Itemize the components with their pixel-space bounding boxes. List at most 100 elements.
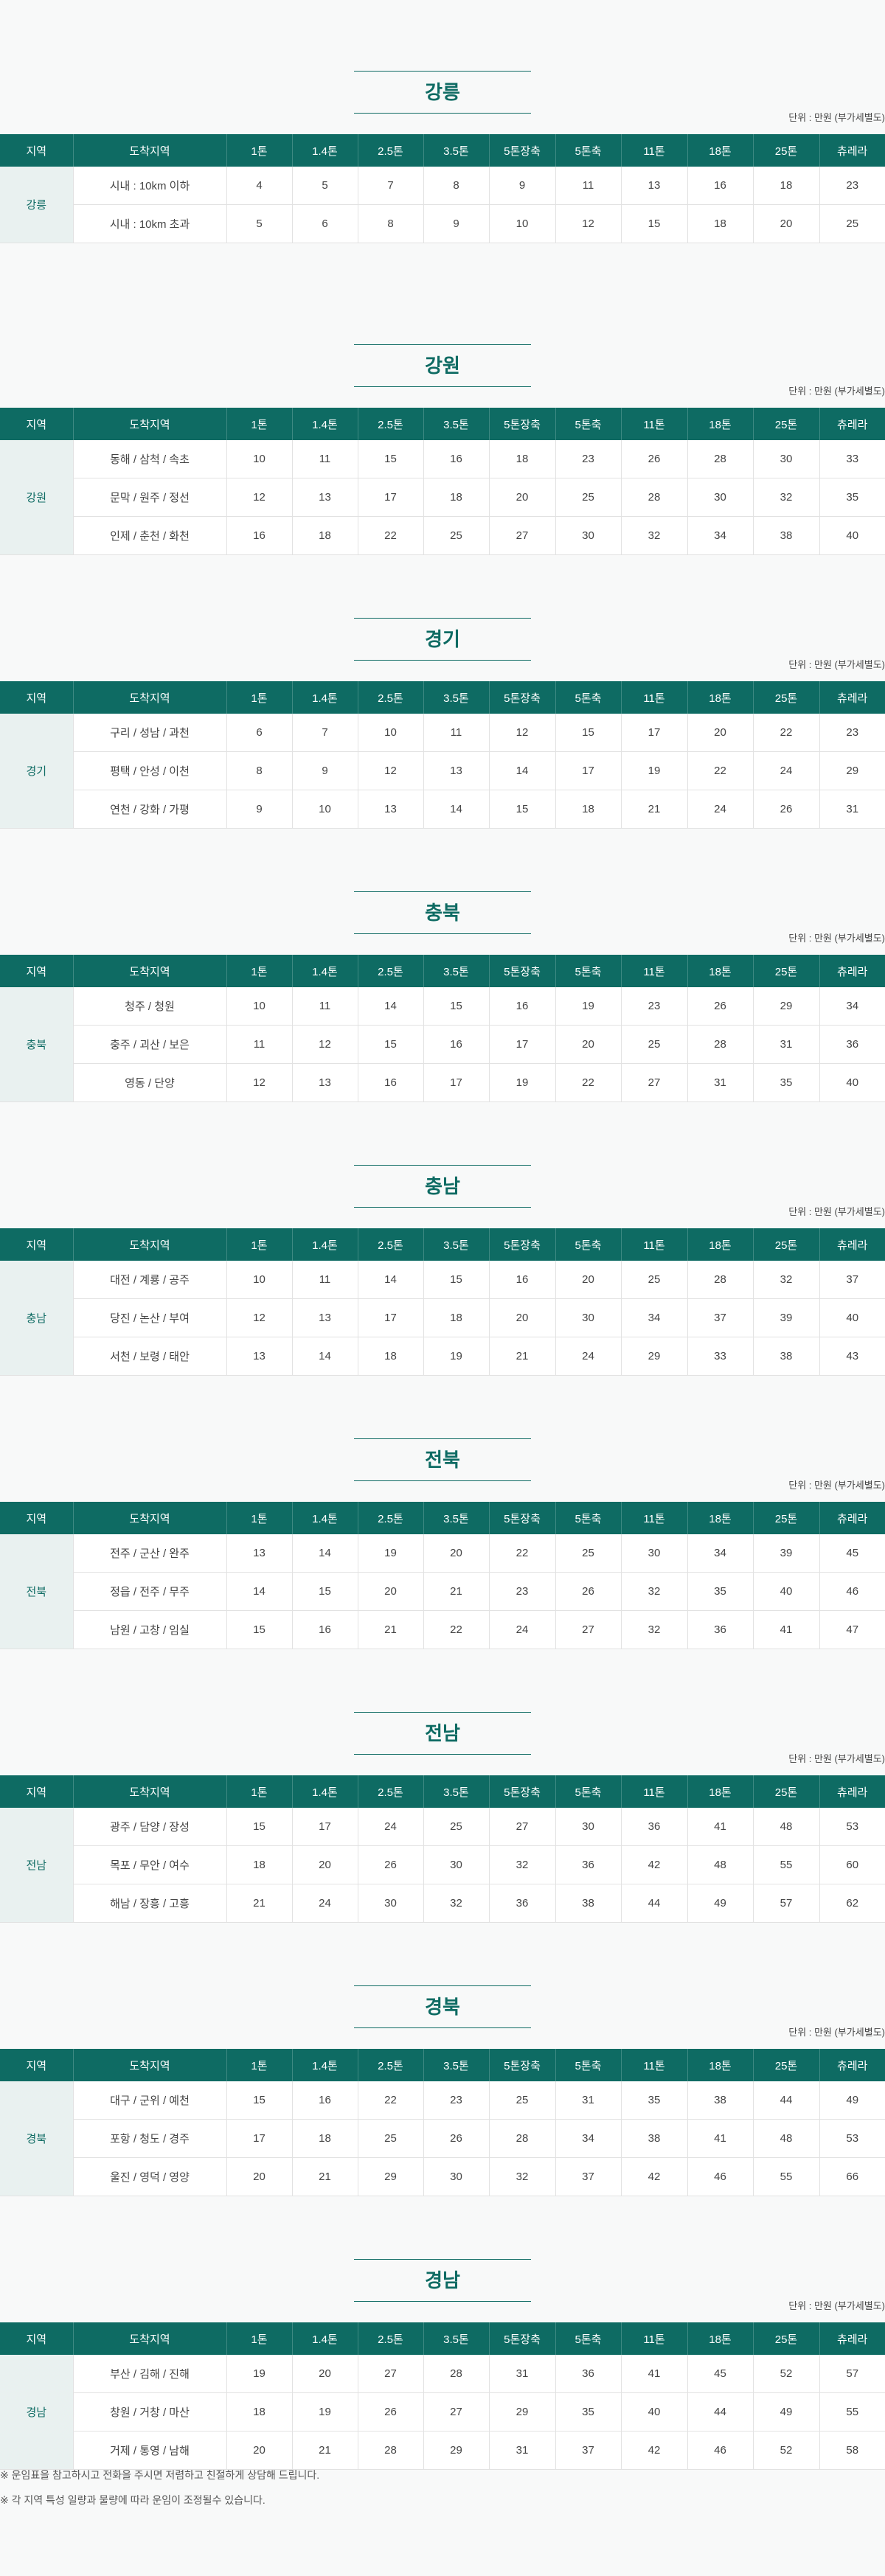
section-title-wrap: 충남 [0, 1165, 885, 1208]
column-header: 11톤 [621, 1775, 688, 1808]
rate-cell: 25 [423, 1808, 490, 1846]
rate-cell: 21 [292, 2157, 358, 2196]
rate-cell: 34 [555, 2119, 622, 2158]
rate-cell: 11 [423, 714, 490, 752]
rate-cell: 16 [226, 516, 293, 555]
column-header: 3.5톤 [423, 681, 490, 714]
rate-cell: 10 [226, 440, 293, 478]
column-header: 18톤 [687, 681, 754, 714]
rate-cell: 6 [292, 204, 358, 243]
column-header: 1.4톤 [292, 2322, 358, 2355]
region-cell: 전남 [0, 1808, 74, 1923]
rate-cell: 21 [489, 1337, 556, 1376]
note-line-2: ※ 각 지역 특성 일량과 물량에 따라 운임이 조정될수 있습니다. [0, 2494, 266, 2506]
rate-cell: 42 [621, 1845, 688, 1884]
rate-cell: 22 [358, 516, 424, 555]
rate-table: 지역 도착지역 1톤 1.4톤 2.5톤 3.5톤 5톤장축 5톤축 11톤 18톤 25톤 츄레라 강… [0, 134, 885, 243]
column-header: 5톤축 [555, 1775, 622, 1808]
column-header: 지역 [0, 1502, 74, 1534]
header-row: 지역 도착지역 1톤 1.4톤 2.5톤 3.5톤 5톤장축 5톤축 11톤 18톤 25톤 츄레라 [0, 1502, 885, 1534]
rate-cell: 29 [489, 2392, 556, 2431]
section-title-wrap: 강릉 [0, 71, 885, 114]
rate-cell: 4 [226, 167, 293, 205]
rate-cell: 7 [292, 714, 358, 752]
column-header: 5톤축 [555, 2049, 622, 2081]
rate-cell: 24 [358, 1808, 424, 1846]
rate-cell: 34 [621, 1298, 688, 1337]
rate-cell: 38 [687, 2081, 754, 2120]
column-header: 츄레라 [819, 1775, 885, 1808]
rate-table: 지역 도착지역 1톤 1.4톤 2.5톤 3.5톤 5톤장축 5톤축 11톤 18톤 25톤 츄레라 경… [0, 2322, 885, 2470]
rate-cell: 57 [753, 1884, 820, 1923]
table-row: 거제 / 통영 / 남해 20 21 28 29 31 37 42 46 52 58 [0, 2431, 885, 2470]
column-header: 1톤 [226, 408, 293, 440]
rate-cell: 27 [423, 2392, 490, 2431]
region-cell: 전북 [0, 1534, 74, 1649]
rate-cell: 15 [555, 714, 622, 752]
column-header: 25톤 [753, 1775, 820, 1808]
rate-cell: 60 [819, 1845, 885, 1884]
rate-cell: 38 [753, 516, 820, 555]
rate-cell: 32 [753, 1261, 820, 1299]
column-header: 도착지역 [73, 134, 227, 167]
column-header: 지역 [0, 134, 74, 167]
column-header: 2.5톤 [358, 1775, 424, 1808]
rate-cell: 35 [555, 2392, 622, 2431]
region-cell: 경북 [0, 2081, 74, 2196]
table-row: 충북 청주 / 청원 10 11 14 15 16 19 23 26 29 34 [0, 987, 885, 1102]
rate-cell: 18 [753, 167, 820, 205]
rate-cell: 55 [819, 2392, 885, 2431]
rate-cell: 21 [292, 2431, 358, 2470]
rate-cell: 10 [226, 987, 293, 1026]
column-header: 3.5톤 [423, 2322, 490, 2355]
rate-cell: 42 [621, 2431, 688, 2470]
destination-cell: 목포 / 무안 / 여수 [73, 1845, 227, 1884]
rate-cell: 16 [423, 1025, 490, 1064]
rate-cell: 19 [555, 987, 622, 1026]
column-header: 11톤 [621, 408, 688, 440]
rate-cell: 18 [687, 204, 754, 243]
rate-cell: 14 [489, 751, 556, 790]
destination-cell: 창원 / 거창 / 마산 [73, 2392, 227, 2431]
column-header: 5톤축 [555, 2322, 622, 2355]
rate-cell: 15 [226, 1610, 293, 1649]
rate-cell: 22 [489, 1534, 556, 1573]
rate-cell: 20 [489, 478, 556, 517]
table-row: 울진 / 영덕 / 영양 20 21 29 30 32 37 42 46 55 66 [0, 2157, 885, 2196]
rate-cell: 21 [226, 1884, 293, 1923]
rate-cell: 37 [555, 2157, 622, 2196]
rate-cell: 26 [753, 790, 820, 829]
rate-cell: 35 [621, 2081, 688, 2120]
column-header: 3.5톤 [423, 1775, 490, 1808]
rate-cell: 24 [753, 751, 820, 790]
destination-cell: 영동 / 단양 [73, 1063, 227, 1102]
destination-cell: 동해 / 삼척 / 속초 [73, 440, 227, 478]
rate-table: 지역 도착지역 1톤 1.4톤 2.5톤 3.5톤 5톤장축 5톤축 11톤 18톤 25톤 츄레라 전… [0, 1502, 885, 1649]
section-title-wrap: 충북 [0, 891, 885, 934]
column-header: 츄레라 [819, 955, 885, 987]
rate-cell: 28 [423, 2355, 490, 2393]
destination-cell: 남원 / 고창 / 임실 [73, 1610, 227, 1649]
rate-cell: 17 [358, 1298, 424, 1337]
rate-cell: 25 [423, 516, 490, 555]
destination-cell: 거제 / 통영 / 남해 [73, 2431, 227, 2470]
column-header: 5톤장축 [489, 1228, 556, 1261]
rate-cell: 17 [226, 2119, 293, 2158]
region-cell: 충남 [0, 1261, 74, 1376]
table-row: 충주 / 괴산 / 보은 11 12 15 16 17 20 25 28 31 36 [0, 1025, 885, 1064]
column-header: 2.5톤 [358, 134, 424, 167]
table-row: 목포 / 무안 / 여수 18 20 26 30 32 36 42 48 55 60 [0, 1845, 885, 1884]
column-header: 3.5톤 [423, 134, 490, 167]
destination-cell: 평택 / 안성 / 이천 [73, 751, 227, 790]
rate-cell: 13 [621, 167, 688, 205]
column-header: 1톤 [226, 1775, 293, 1808]
rate-cell: 28 [489, 2119, 556, 2158]
column-header: 지역 [0, 1228, 74, 1261]
rate-cell: 40 [753, 1572, 820, 1611]
rate-cell: 19 [358, 1534, 424, 1573]
section-title-wrap: 경기 [0, 618, 885, 661]
rate-cell: 11 [555, 167, 622, 205]
column-header: 2.5톤 [358, 955, 424, 987]
rate-cell: 10 [226, 1261, 293, 1299]
rate-cell: 29 [358, 2157, 424, 2196]
